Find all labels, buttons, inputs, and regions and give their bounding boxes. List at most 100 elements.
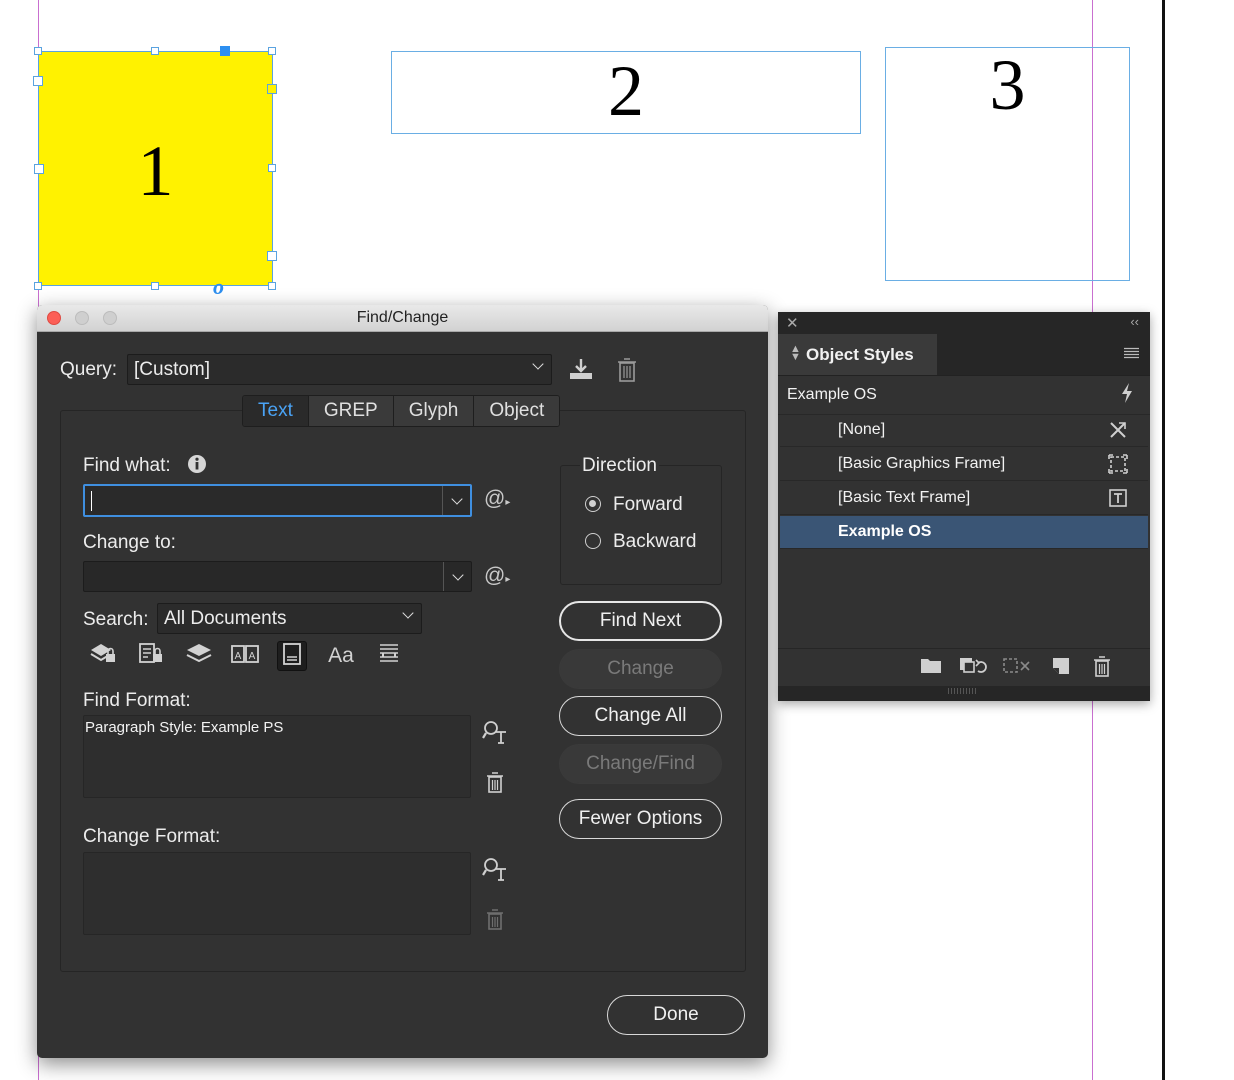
frame-1-label: 1 (137, 131, 174, 211)
panel-menu-icon[interactable] (1124, 346, 1139, 364)
chevron-down-icon (402, 607, 414, 619)
save-query-icon[interactable] (568, 357, 594, 385)
page-edge (1162, 0, 1165, 1080)
fewer-options-button[interactable]: Fewer Options (559, 799, 722, 839)
tab-object[interactable]: Object (474, 396, 560, 426)
direction-backward-label[interactable]: Backward (613, 531, 696, 553)
change-all-button[interactable]: Change All (559, 696, 722, 736)
direction-forward-label[interactable]: Forward (613, 494, 683, 516)
find-what-input[interactable] (83, 484, 472, 517)
specify-find-format-icon[interactable] (482, 720, 508, 748)
include-hidden-layers-icon[interactable] (184, 641, 214, 671)
include-locked-stories-icon[interactable] (136, 641, 166, 671)
svg-text:A: A (235, 651, 242, 662)
svg-text:A: A (249, 651, 256, 662)
style-row-basic-text-frame[interactable]: [Basic Text Frame] (780, 482, 1148, 515)
direction-backward-radio[interactable] (585, 533, 601, 549)
find-mode-tabs: Text GREP Glyph Object (242, 395, 561, 427)
direction-forward-radio[interactable] (585, 496, 601, 512)
find-what-history-button[interactable] (442, 486, 470, 515)
change-to-label: Change to: (83, 532, 176, 553)
resize-handle-tc[interactable] (151, 47, 159, 55)
whole-word-icon[interactable] (374, 641, 404, 671)
clear-change-format-icon (486, 909, 504, 935)
frame-2[interactable]: 2 (391, 51, 861, 134)
current-style-name: Example OS (787, 386, 877, 403)
reorder-icon: ▲ ▼ (790, 343, 801, 363)
done-button[interactable]: Done (607, 995, 745, 1035)
change-to-history-button[interactable] (443, 562, 471, 591)
resize-handle-tr[interactable] (268, 47, 276, 55)
panel-header-bar[interactable]: ✕ ‹‹ (778, 312, 1150, 334)
panel-resize-grip[interactable] (778, 686, 1150, 701)
find-what-label: Find what: (83, 455, 171, 476)
resize-handle-mr[interactable] (268, 164, 276, 172)
lightning-icon[interactable] (1120, 382, 1134, 409)
case-sensitive-icon[interactable]: Aa (326, 641, 356, 671)
at-sign-glyph: @ (484, 487, 506, 510)
tab-glyph[interactable]: Glyph (393, 396, 475, 426)
change-format-label: Change Format: (83, 826, 221, 847)
resize-handle-bl[interactable] (34, 282, 42, 290)
style-row-basic-graphics-frame[interactable]: [Basic Graphics Frame] (780, 448, 1148, 481)
delete-style-icon[interactable] (1093, 656, 1111, 683)
clear-non-defined-attrs-icon[interactable] (1003, 656, 1033, 681)
tab-object-styles[interactable]: ▲ ▼ Object Styles (778, 334, 937, 375)
search-scope-select[interactable]: All Documents (157, 603, 422, 634)
frame-1-selected[interactable]: 1 (38, 51, 273, 286)
minimize-button[interactable] (75, 311, 89, 325)
tab-text[interactable]: Text (243, 396, 309, 426)
resize-handle-bc[interactable] (151, 282, 159, 290)
include-locked-layers-icon[interactable] (88, 641, 118, 671)
include-footnotes-icon[interactable] (277, 641, 307, 671)
collapse-icon[interactable]: ‹‹ (1130, 314, 1139, 329)
graphics-frame-icon (1108, 454, 1128, 479)
tab-grep[interactable]: GREP (308, 396, 394, 426)
special-characters-change-icon[interactable]: @▸ (484, 565, 510, 586)
resize-handle-br-upper[interactable] (267, 251, 277, 261)
style-row-none[interactable]: [None] (780, 414, 1148, 447)
anchor-glyph[interactable]: o (213, 274, 224, 300)
object-styles-panel: ✕ ‹‹ ▲ ▼ Object Styles Example OS [None] … (778, 312, 1150, 701)
find-change-dialog: Find/Change Query: [Custom] Text GREP Gl… (37, 305, 768, 1058)
query-select[interactable]: [Custom] (127, 354, 552, 385)
direction-group (560, 465, 722, 585)
change-button[interactable]: Change (559, 649, 722, 689)
search-scope-value: All Documents (164, 608, 287, 629)
chevron-down-icon (451, 568, 464, 581)
include-master-pages-icon[interactable]: AA (230, 641, 260, 671)
find-next-button[interactable]: Find Next (559, 601, 722, 641)
find-format-box[interactable]: Paragraph Style: Example PS (83, 715, 471, 798)
specify-change-format-icon[interactable] (482, 857, 508, 885)
info-icon[interactable] (187, 454, 207, 478)
clear-overrides-button-icon[interactable] (959, 656, 989, 681)
corner-options-handle[interactable] (220, 46, 230, 56)
resize-handle-br[interactable] (268, 282, 276, 290)
clear-find-format-icon[interactable] (486, 772, 504, 798)
live-corner-handle[interactable] (267, 84, 277, 94)
style-row-example-os[interactable]: Example OS (780, 516, 1148, 549)
change-format-box[interactable] (83, 852, 471, 935)
direction-label: Direction (580, 455, 659, 477)
clear-overrides-icon (1108, 420, 1128, 445)
text-frame-icon (1108, 488, 1128, 513)
change-find-button[interactable]: Change/Find (559, 744, 722, 784)
special-characters-find-icon[interactable]: @▸ (484, 488, 510, 509)
resize-handle-ml2[interactable] (33, 76, 43, 86)
style-name: Example OS (838, 523, 932, 540)
dialog-title: Find/Change (356, 309, 449, 326)
dialog-titlebar[interactable]: Find/Change (37, 305, 768, 332)
new-style-group-icon[interactable] (920, 656, 942, 679)
resize-handle-tl[interactable] (34, 47, 42, 55)
zoom-button[interactable] (103, 311, 117, 325)
query-value: [Custom] (134, 359, 211, 380)
grip-icon (948, 688, 978, 694)
frame-3[interactable]: 3 (885, 45, 1130, 281)
resize-handle-ml[interactable] (34, 164, 44, 174)
close-icon[interactable]: ✕ (786, 314, 799, 332)
delete-query-icon[interactable] (617, 357, 637, 387)
frame-3-label: 3 (989, 45, 1026, 125)
close-button[interactable] (47, 311, 61, 325)
change-to-input[interactable] (83, 561, 472, 592)
new-style-icon[interactable] (1051, 656, 1071, 681)
